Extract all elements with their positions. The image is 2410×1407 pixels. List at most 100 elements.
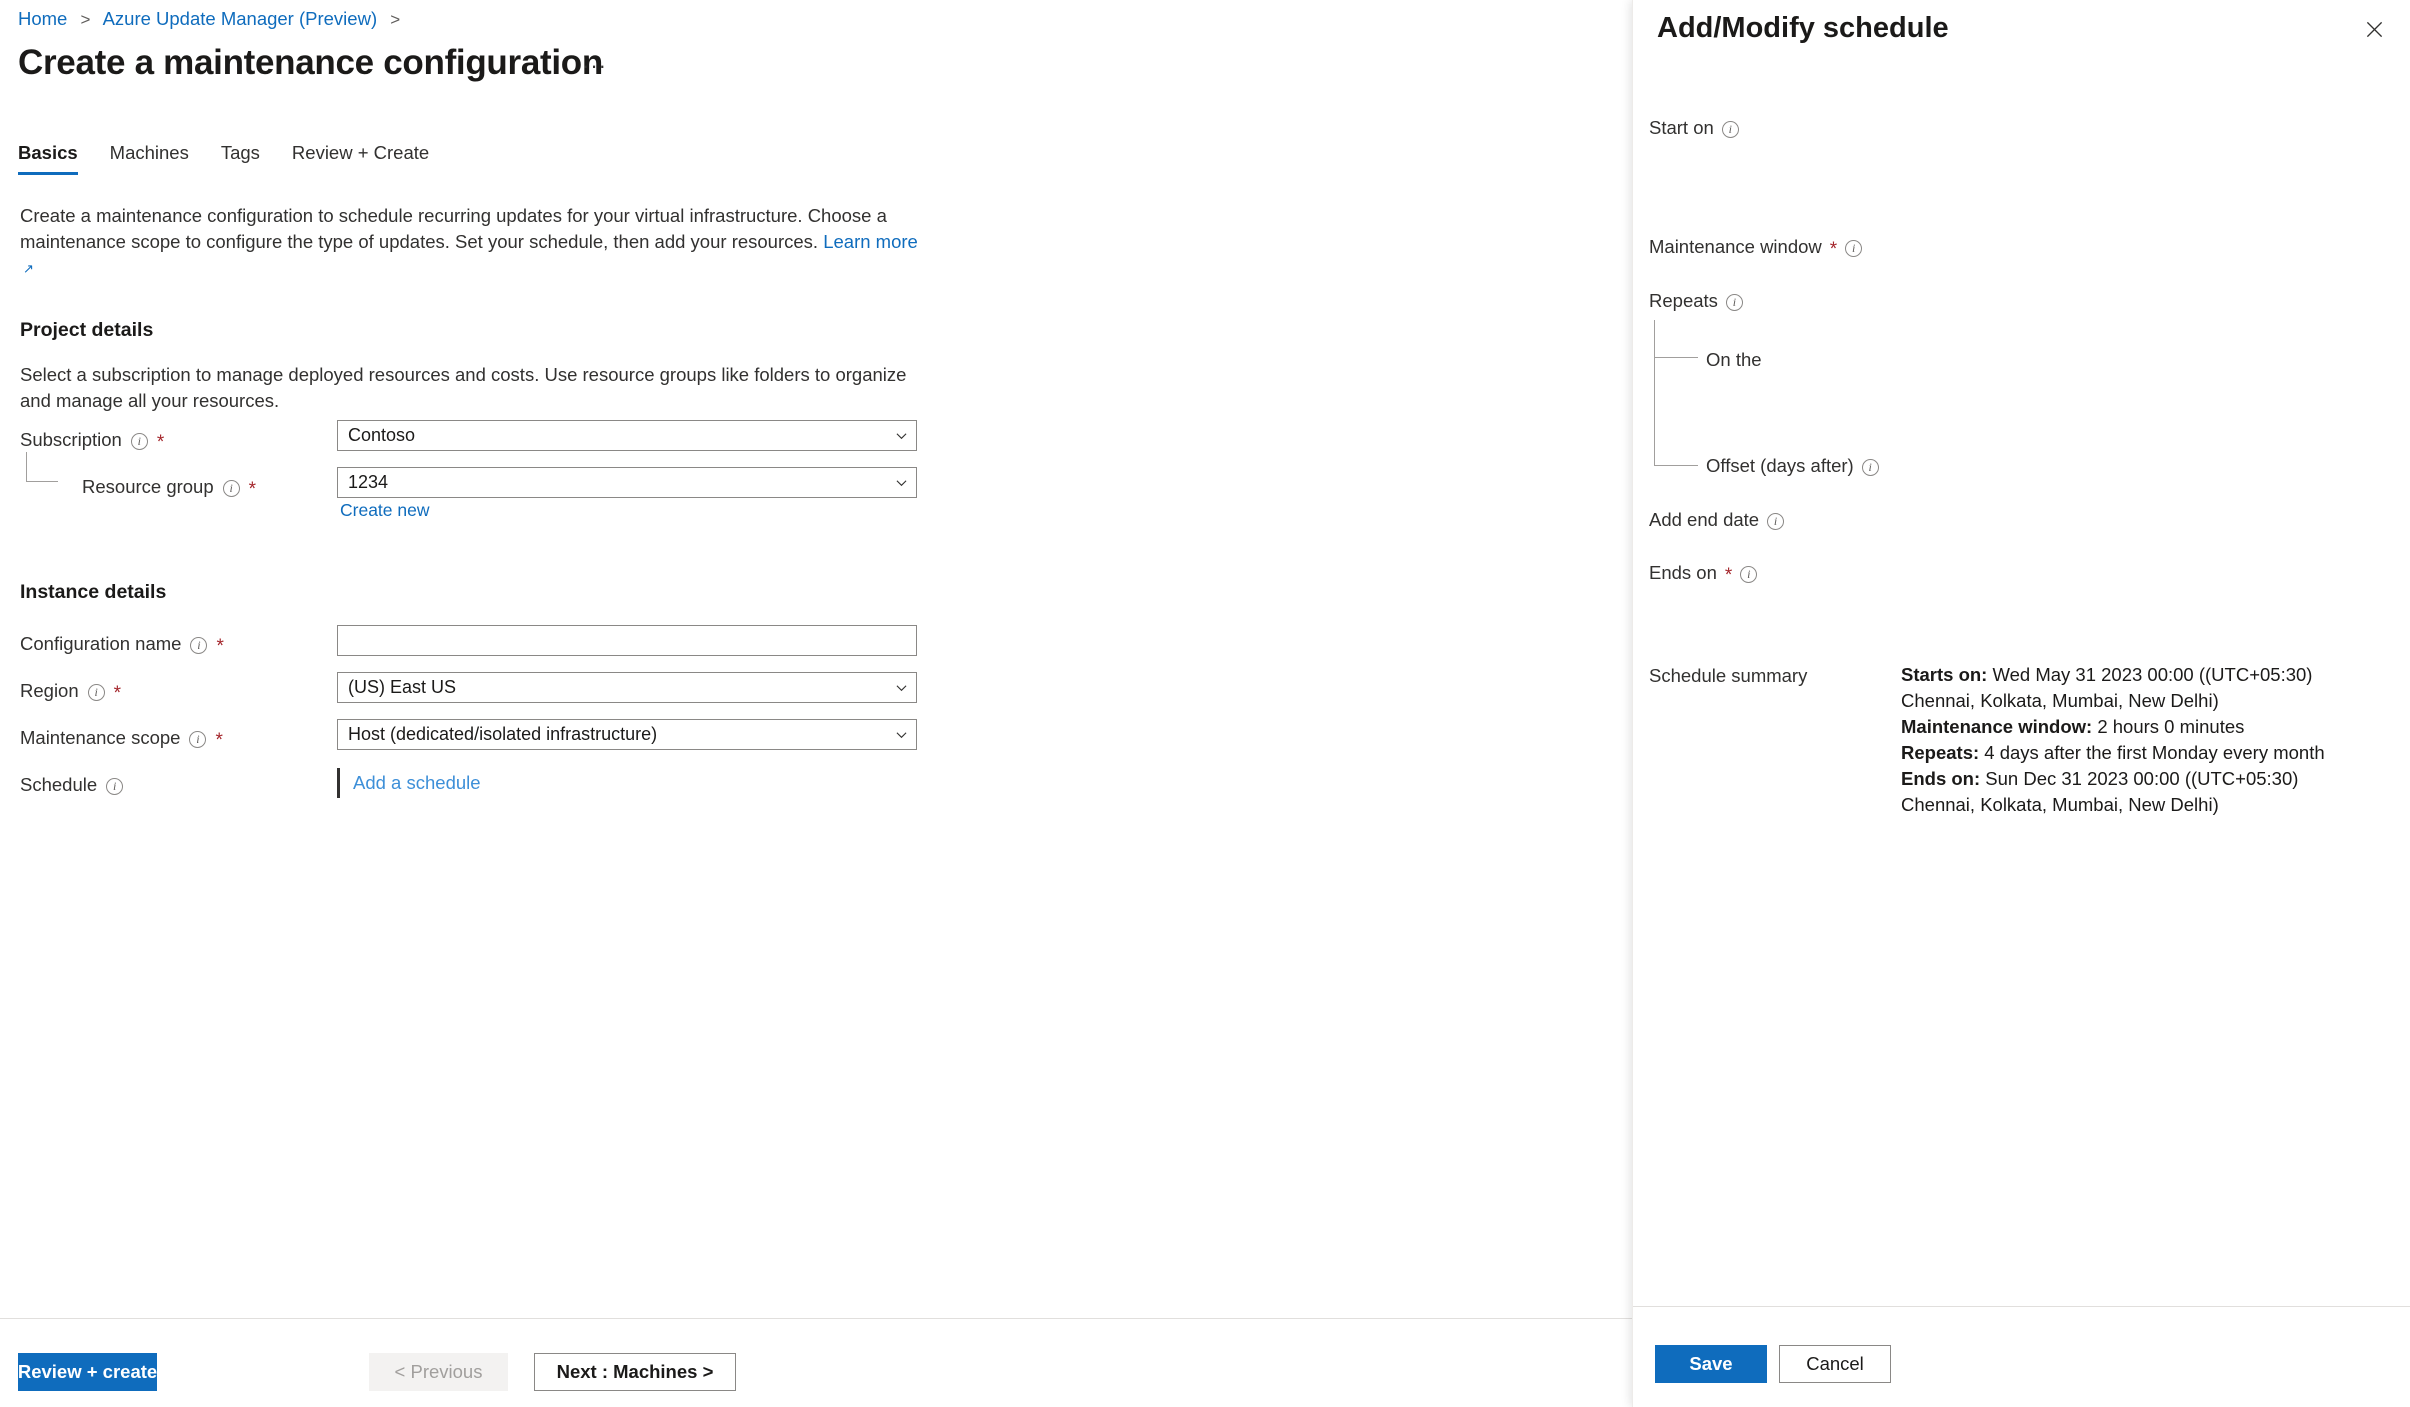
- save-button[interactable]: Save: [1655, 1345, 1767, 1383]
- required-asterisk: *: [215, 729, 223, 751]
- info-icon[interactable]: i: [1861, 458, 1879, 476]
- chevron-down-icon: [896, 684, 907, 691]
- info-icon[interactable]: i: [190, 636, 208, 654]
- subscription-value: Contoso: [348, 425, 416, 445]
- ends-on-label-text: Ends on: [1649, 562, 1717, 583]
- azure-portal-screen: Home > Azure Update Manager (Preview) > …: [0, 0, 2410, 1407]
- add-end-date-label: Add end date i: [1649, 509, 1785, 531]
- repeats-offset-connector: [1654, 320, 1698, 466]
- offset-label-text: Offset (days after): [1706, 455, 1854, 476]
- maintenance-scope-label: Maintenance scope i *: [20, 727, 223, 751]
- schedule-label: Schedule i: [20, 774, 124, 796]
- summary-starts-on-key: Starts on:: [1901, 664, 1988, 685]
- ends-on-label: Ends on * i: [1649, 562, 1758, 586]
- offset-label: Offset (days after) i: [1706, 455, 1879, 477]
- summary-window-key: Maintenance window:: [1901, 716, 2093, 737]
- configuration-name-input[interactable]: [337, 625, 917, 656]
- tab-basics[interactable]: Basics: [18, 142, 94, 175]
- maintenance-window-label-text: Maintenance window: [1649, 236, 1822, 257]
- add-modify-schedule-panel: Add/Modify schedule Start on i 05/31/202…: [1632, 0, 2410, 1407]
- add-end-date-label-text: Add end date: [1649, 509, 1760, 530]
- schedule-summary-body: Starts on: Wed May 31 2023 00:00 ((UTC+0…: [1901, 662, 2339, 818]
- tab-review-create[interactable]: Review + Create: [276, 142, 445, 175]
- required-asterisk: *: [1829, 238, 1838, 260]
- learn-more-link[interactable]: Learn more: [823, 231, 918, 252]
- external-link-icon: ↗: [23, 261, 34, 276]
- wizard-footer-divider: [0, 1318, 1632, 1319]
- schedule-summary-label: Schedule summary: [1649, 665, 1808, 686]
- required-asterisk: *: [113, 682, 122, 704]
- resource-group-label-text: Resource group: [82, 476, 214, 497]
- info-icon[interactable]: i: [106, 777, 124, 795]
- panel-footer-divider: [1633, 1306, 2410, 1307]
- resource-group-value: 1234: [348, 472, 389, 492]
- info-icon[interactable]: i: [87, 683, 105, 701]
- chevron-down-icon: [896, 479, 907, 486]
- schedule-accent-bar: [337, 768, 340, 798]
- chevron-down-icon: [896, 432, 907, 439]
- breadcrumb: Home > Azure Update Manager (Preview) >: [18, 8, 408, 31]
- summary-window-value: 2 hours 0 minutes: [2092, 716, 2245, 737]
- region-label-text: Region: [20, 680, 79, 701]
- create-new-resource-group-link[interactable]: Create new: [340, 500, 430, 521]
- page-title: Create a maintenance configuration: [18, 43, 603, 82]
- close-icon[interactable]: [2360, 15, 2388, 43]
- required-asterisk: *: [1724, 564, 1733, 586]
- maintenance-scope-label-text: Maintenance scope: [20, 727, 181, 748]
- region-label: Region i *: [20, 680, 122, 704]
- subscription-select[interactable]: Contoso: [337, 420, 917, 451]
- subscription-label-text: Subscription: [20, 429, 122, 450]
- tab-tags[interactable]: Tags: [205, 142, 276, 175]
- region-value: (US) East US: [348, 677, 457, 697]
- on-the-label: On the: [1706, 349, 1762, 371]
- add-a-schedule-link[interactable]: Add a schedule: [353, 772, 481, 794]
- breadcrumb-separator-icon-2: >: [390, 10, 401, 29]
- maintenance-scope-select[interactable]: Host (dedicated/isolated infrastructure): [337, 719, 917, 750]
- next-machines-button[interactable]: Next : Machines >: [534, 1353, 736, 1391]
- maintenance-window-label: Maintenance window * i: [1649, 236, 1863, 260]
- more-options-icon[interactable]: ···: [582, 55, 607, 77]
- wizard-tabs: Basics Machines Tags Review + Create: [18, 142, 445, 175]
- configuration-name-label-text: Configuration name: [20, 633, 182, 654]
- info-icon[interactable]: i: [1767, 512, 1785, 530]
- tab-machines[interactable]: Machines: [94, 142, 205, 175]
- region-select[interactable]: (US) East US: [337, 672, 917, 703]
- repeats-label: Repeats i: [1649, 290, 1743, 312]
- resource-group-label: Resource group i *: [82, 476, 257, 500]
- instance-details-heading: Instance details: [20, 581, 167, 603]
- create-maintenance-configuration-pane: Home > Azure Update Manager (Preview) > …: [0, 0, 1632, 1407]
- chevron-down-icon: [896, 731, 907, 738]
- info-icon[interactable]: i: [1721, 120, 1739, 138]
- info-icon[interactable]: i: [1845, 239, 1863, 257]
- breadcrumb-azure-update-manager[interactable]: Azure Update Manager (Preview): [103, 8, 378, 29]
- page-intro-text: Create a maintenance configuration to sc…: [20, 203, 920, 282]
- schedule-label-text: Schedule: [20, 774, 98, 795]
- required-asterisk: *: [248, 478, 257, 500]
- configuration-name-label: Configuration name i *: [20, 633, 224, 656]
- info-icon[interactable]: i: [222, 479, 240, 497]
- start-on-label: Start on i: [1649, 117, 1739, 139]
- maintenance-scope-value: Host (dedicated/isolated infrastructure): [348, 724, 658, 744]
- info-icon[interactable]: i: [1740, 565, 1758, 583]
- start-on-label-text: Start on: [1649, 117, 1714, 138]
- summary-repeats-value: 4 days after the first Monday every mont…: [1979, 742, 2325, 763]
- cancel-button[interactable]: Cancel: [1779, 1345, 1891, 1383]
- info-icon[interactable]: i: [1725, 293, 1743, 311]
- previous-button: < Previous: [369, 1353, 508, 1391]
- summary-ends-on-key: Ends on:: [1901, 768, 1981, 789]
- summary-repeats-key: Repeats:: [1901, 742, 1980, 763]
- repeats-label-text: Repeats: [1649, 290, 1718, 311]
- info-icon[interactable]: i: [189, 730, 207, 748]
- page-intro-body: Create a maintenance configuration to sc…: [20, 205, 887, 252]
- project-details-description: Select a subscription to manage deployed…: [20, 364, 907, 411]
- breadcrumb-separator-icon: >: [80, 10, 91, 29]
- add-schedule-container: Add a schedule: [337, 766, 481, 800]
- panel-title: Add/Modify schedule: [1657, 12, 1949, 44]
- close-x-glyph: [2366, 21, 2382, 37]
- schedule-row: Schedule i: [0, 770, 1000, 804]
- breadcrumb-home[interactable]: Home: [18, 8, 67, 29]
- review-create-button[interactable]: Review + create: [18, 1353, 157, 1391]
- info-icon[interactable]: i: [130, 432, 148, 450]
- project-details-heading: Project details: [20, 319, 154, 341]
- resource-group-select[interactable]: 1234: [337, 467, 917, 498]
